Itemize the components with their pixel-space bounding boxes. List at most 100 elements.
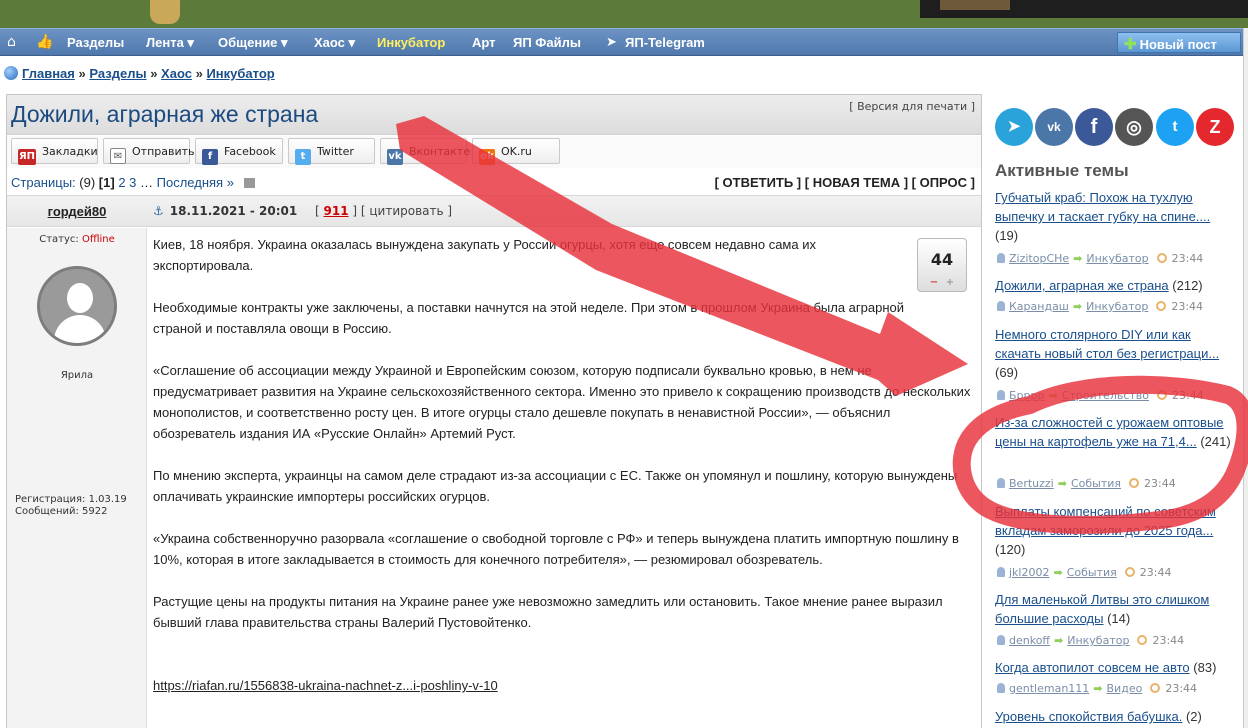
status-label: Статус:	[39, 234, 79, 245]
crumb-sep: »	[195, 66, 203, 81]
thumbs-up-icon[interactable]: 👍	[36, 34, 53, 50]
post-number: [ 911 ] [ цитировать ]	[315, 204, 453, 218]
topic-section[interactable]: События	[1067, 566, 1117, 579]
scrollbar[interactable]	[1243, 28, 1248, 728]
topic-meta: ZizitopCHe ➡ Инкубатор 23:44	[997, 252, 1203, 265]
topic-section[interactable]: События	[1071, 477, 1121, 490]
minus-icon[interactable]: −	[926, 277, 942, 288]
nav-art[interactable]: Арт	[472, 35, 496, 50]
topic-user[interactable]: ZizitopCHe	[1009, 252, 1069, 265]
page-2-link[interactable]: 2	[118, 175, 125, 190]
banner-art	[150, 0, 180, 24]
vkontakte-button[interactable]: vk Вконтакте	[380, 138, 470, 165]
telegram-icon: ➤	[606, 35, 617, 50]
vk-social-icon[interactable]: vk	[1035, 108, 1073, 146]
crumb-incubator[interactable]: Инкубатор	[206, 66, 274, 81]
post-paragraph: Необходимые контракты уже заключены, а п…	[153, 300, 905, 336]
share-row: ЯП Закладки ✉ Отправить f Facebook t Twitter…	[7, 136, 981, 168]
topic-section[interactable]: Строительство	[1062, 389, 1149, 402]
topic-count: (241)	[1200, 434, 1231, 449]
topic-link[interactable]: Выплаты компенсаций по советским вкладам…	[995, 504, 1216, 538]
topic-link[interactable]: Губчатый краб: Похож на тухлую выпечку и…	[995, 190, 1210, 224]
source-link[interactable]: https://riafan.ru/1556838-ukraina-nachne…	[153, 675, 973, 696]
topic-item: Губчатый краб: Похож на тухлую выпечку и…	[995, 188, 1231, 245]
nav-incubator[interactable]: Инкубатор	[377, 35, 445, 50]
new-post-button[interactable]: ✚ Новый пост	[1117, 32, 1241, 53]
thread-actions[interactable]: [ ОТВЕТИТЬ ] [ НОВАЯ ТЕМА ] [ ОПРОС ]	[715, 175, 975, 190]
user-icon	[997, 635, 1005, 645]
post-author[interactable]: гордей80	[7, 204, 147, 219]
topic-link[interactable]: Дожили, аграрная же страна	[995, 278, 1169, 293]
topic-link[interactable]: Уровень спокойствия бабушка.	[995, 709, 1182, 724]
topic-time: 23:44	[1172, 389, 1204, 402]
crumb-sections[interactable]: Разделы	[89, 66, 146, 81]
topic-link[interactable]: Из-за сложностей с урожаем оптовые цены …	[995, 415, 1224, 449]
topic-link[interactable]: Для маленькой Литвы это слишком большие …	[995, 592, 1209, 626]
instagram-social-icon[interactable]: ◎	[1115, 108, 1153, 146]
post-body: Киев, 18 ноября. Украина оказалась вынуж…	[153, 234, 973, 696]
user-status: Статус: Offline	[7, 234, 147, 245]
nav-feed[interactable]: Лента ▾	[146, 35, 194, 51]
topic-user[interactable]: jkl2002	[1009, 566, 1049, 579]
home-icon[interactable]: ⌂	[7, 34, 16, 50]
topic-meta: Карандаш ➡ Инкубатор 23:44	[997, 300, 1203, 313]
facebook-icon: f	[202, 149, 218, 165]
pages-label: Страницы:	[11, 175, 76, 190]
twitter-social-icon[interactable]: t	[1156, 108, 1194, 146]
topic-link[interactable]: Немного столярного DIY или как скачать н…	[995, 327, 1219, 361]
bookmarks-button[interactable]: ЯП Закладки	[11, 138, 98, 165]
crumb-home[interactable]: Главная	[22, 66, 75, 81]
last-page-link[interactable]: Последняя »	[157, 175, 234, 190]
send-button[interactable]: ✉ Отправить	[103, 138, 195, 164]
post-number-link[interactable]: 911	[324, 204, 349, 218]
topic-time: 23:44	[1139, 566, 1172, 579]
facebook-social-icon[interactable]: f	[1075, 108, 1113, 146]
user-icon	[997, 478, 1005, 488]
twitter-button[interactable]: t Twitter	[288, 138, 375, 165]
banner-avatar-art	[940, 0, 1010, 10]
topic-count: (212)	[1172, 278, 1203, 293]
topic-user[interactable]: Карандаш	[1009, 300, 1069, 313]
anchor-icon[interactable]: ⚓	[153, 204, 164, 218]
topic-time: 23:44	[1171, 300, 1204, 313]
quote-link[interactable]: цитировать	[369, 204, 443, 218]
topic-link[interactable]: Когда автопилот совсем не авто	[995, 660, 1190, 675]
topic-section[interactable]: Инкубатор	[1067, 634, 1129, 647]
top-banner	[0, 0, 1248, 28]
print-version-link[interactable]: Версия для печати	[857, 100, 967, 113]
topic-user[interactable]: Бpppp	[1009, 389, 1044, 402]
crumb-chaos[interactable]: Хаос	[161, 66, 192, 81]
pages-menu-icon[interactable]	[243, 178, 255, 188]
status-value: Offline	[81, 234, 115, 245]
page-3-link[interactable]: 3	[129, 175, 136, 190]
topic-user[interactable]: gentleman111	[1009, 682, 1089, 695]
pager-row: Страницы: (9) [1] 2 3 … Последняя » [ ОТ…	[7, 170, 981, 194]
topic-section[interactable]: Инкубатор	[1086, 300, 1148, 313]
nav-files[interactable]: ЯП Файлы	[513, 35, 581, 50]
clock-icon	[1156, 253, 1167, 263]
ok-button[interactable]: ok OK.ru	[472, 138, 560, 165]
new-post-label: Новый пост	[1139, 37, 1217, 52]
topic-user[interactable]: Bertuzzi	[1009, 477, 1054, 490]
topic-count: (2)	[1185, 709, 1202, 724]
envelope-icon: ✉	[110, 148, 126, 164]
topic-user[interactable]: denkoff	[1009, 634, 1050, 647]
topic-section[interactable]: Видео	[1107, 682, 1143, 695]
zen-social-icon[interactable]: Z	[1196, 108, 1234, 146]
yap-icon: ЯП	[18, 149, 36, 165]
plus-vote-icon[interactable]: +	[942, 277, 958, 288]
nav-talk[interactable]: Общение ▾	[218, 35, 288, 51]
nav-sections[interactable]: Разделы	[67, 35, 124, 50]
topic-item: Уровень спокойствия бабушка. (2)	[995, 707, 1231, 726]
post-header: гордей80 ⚓ 18.11.2021 - 20:01 [ 911 ] [ ц…	[7, 195, 981, 227]
nav-chaos[interactable]: Хаос ▾	[314, 35, 355, 51]
avatar[interactable]	[37, 266, 117, 346]
clock-icon	[1137, 635, 1148, 645]
telegram-social-icon[interactable]: ➤	[995, 108, 1033, 146]
crumb-sep: »	[150, 66, 158, 81]
topic-count: (120)	[995, 542, 1026, 557]
nav-telegram[interactable]: ЯП-Telegram	[625, 35, 705, 50]
topic-section[interactable]: Инкубатор	[1086, 252, 1148, 265]
facebook-button[interactable]: f Facebook	[195, 138, 283, 165]
user-icon	[997, 253, 1005, 263]
